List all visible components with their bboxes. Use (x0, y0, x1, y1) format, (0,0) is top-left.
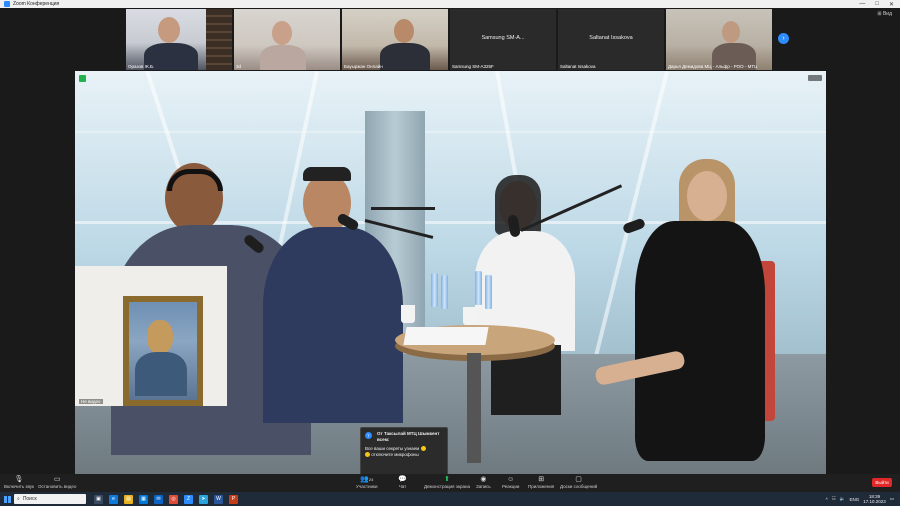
meeting-toolbar: 🎙 Включить звук ▭ Остановить видео 👥 24 У… (0, 474, 900, 492)
language-indicator[interactable]: ENG (849, 497, 859, 502)
participant-name: Бауыржан Онлайн (344, 64, 383, 69)
self-view-tile[interactable]: Не видео (75, 266, 227, 406)
telegram-icon[interactable]: ➤ (199, 494, 208, 504)
meeting-stage: ⊞ Вид Оразов Ж.Б. 3d Бауыржан Онлайн Sam… (0, 8, 900, 479)
chat-icon: 💬 (398, 476, 407, 483)
participant-video (722, 21, 740, 43)
start-button[interactable] (0, 492, 14, 506)
close-button[interactable]: ✕ (889, 1, 894, 8)
record-icon: ◉ (480, 476, 487, 483)
participant-tile[interactable]: Samsung SM-A... Samsung SM-A325F (450, 9, 556, 70)
apps-button[interactable]: ⊞ Приложения (528, 475, 554, 489)
window-controls: — □ ✕ (859, 1, 894, 8)
reactions-icon: ☺ (507, 475, 515, 483)
smile-emoji-icon (365, 452, 370, 458)
unmute-button[interactable]: 🎙 Включить звук (4, 475, 34, 489)
participant-tile[interactable]: Дарья Демидова МЦ - Альфр - РОО - МТЦ (666, 9, 772, 70)
participant-video (158, 17, 180, 43)
powerpoint-icon[interactable]: P (229, 494, 238, 504)
encryption-shield-icon[interactable] (79, 75, 86, 82)
chevron-right-icon: › (782, 35, 785, 42)
strip-next-button[interactable]: › (778, 33, 789, 44)
mail-icon[interactable]: ✉ (154, 494, 163, 504)
chevron-up-icon[interactable]: ^ (826, 497, 828, 502)
taskbar-apps: ▣ e ▤ ▦ ✉ ◎ Z ➤ W P (94, 494, 238, 504)
taskbar-search[interactable]: ⌕ Поиск (14, 494, 86, 504)
participant-tile[interactable]: Оразов Ж.Б. (126, 9, 232, 70)
minimize-button[interactable]: — (859, 1, 865, 8)
chat-sender-avatar: Т (365, 432, 372, 439)
participants-button[interactable]: 👥 24 Участники (356, 475, 378, 489)
zoom-app-icon (4, 1, 10, 7)
participant-name: Оразов Ж.Б. (128, 64, 155, 69)
participant-tile[interactable]: Saltanat Issakova Saltanat Issakova (558, 9, 664, 70)
chat-message-2: отключите микрофоны (365, 452, 443, 458)
view-button[interactable]: ⊞ Вид (877, 11, 892, 17)
participant-display-name: Samsung SM-A... (481, 35, 525, 41)
participant-tile[interactable]: 3d (234, 9, 340, 70)
chat-sender: От Таксылай МТЦ Шымкент всем: (377, 431, 440, 442)
system-tray: ^ ☷ 🔈 ENG 18:39 17.10.2023 ▭ (826, 494, 894, 504)
leave-button[interactable]: Выйти (872, 478, 892, 487)
participants-icon: 👥 24 (360, 476, 374, 483)
participant-name: Samsung SM-A325F (452, 64, 494, 69)
video-icon: ▭ (53, 476, 61, 483)
participant-video (272, 21, 292, 45)
maximize-button[interactable]: □ (875, 1, 879, 8)
windows-taskbar: ⌕ Поиск ▣ e ▤ ▦ ✉ ◎ Z ➤ W P ^ ☷ 🔈 ENG 18… (0, 492, 900, 506)
participant-tile[interactable]: Бауыржан Онлайн (342, 9, 448, 70)
participant-video (394, 19, 414, 43)
share-screen-button[interactable]: ⬆ Демонстрация экрана (424, 475, 470, 489)
zoom-taskbar-icon[interactable]: Z (184, 494, 193, 504)
participant-name: 3d (236, 64, 242, 69)
apps-icon: ⊞ (538, 476, 545, 483)
participant-name: Saltanat Issakova (560, 64, 596, 69)
stop-video-button[interactable]: ▭ Остановить видео (38, 475, 76, 489)
video-options-icon[interactable] (808, 75, 822, 81)
volume-icon[interactable]: 🔈 (840, 496, 846, 502)
network-icon[interactable]: ☷ (832, 496, 836, 502)
whiteboard-button[interactable]: ▢ Доски сообщений (560, 475, 597, 489)
participant-name: Дарья Демидова МЦ - Альфр - РОО - МТЦ (668, 64, 758, 69)
speaker-right (594, 159, 765, 471)
self-view-name: Не видео (79, 399, 103, 404)
clock[interactable]: 18:39 17.10.2023 (863, 494, 886, 504)
share-screen-icon: ⬆ (444, 476, 450, 483)
windows-logo-icon (3, 495, 11, 503)
whiteboard-icon: ▢ (575, 476, 582, 483)
mic-muted-icon: 🎙 (14, 476, 24, 483)
task-view-icon[interactable]: ▣ (94, 494, 103, 504)
store-icon[interactable]: ▦ (139, 494, 148, 504)
participants-strip: Оразов Ж.Б. 3d Бауыржан Онлайн Samsung S… (126, 9, 772, 70)
edge-icon[interactable]: e (109, 494, 118, 504)
window-titlebar: Zoom Конференция — □ ✕ (0, 0, 900, 8)
chat-notification[interactable]: Т От Таксылай МТЦ Шымкент всем: Все ваши… (360, 427, 448, 479)
window-title: Zoom Конференция (13, 1, 60, 7)
van-gogh-portrait-image (123, 296, 203, 406)
word-icon[interactable]: W (214, 494, 223, 504)
chrome-icon[interactable]: ◎ (169, 494, 178, 504)
smile-emoji-icon (420, 446, 426, 452)
reactions-button[interactable]: ☺ Реакции (502, 475, 519, 490)
notifications-icon[interactable]: ▭ (890, 496, 894, 502)
record-button[interactable]: ◉ Запись (476, 475, 491, 489)
search-icon: ⌕ (17, 496, 20, 502)
speaker-second (263, 163, 403, 423)
chat-button[interactable]: 💬 Чат (398, 475, 407, 489)
participant-display-name: Saltanat Issakova (589, 35, 633, 41)
file-explorer-icon[interactable]: ▤ (124, 494, 133, 504)
